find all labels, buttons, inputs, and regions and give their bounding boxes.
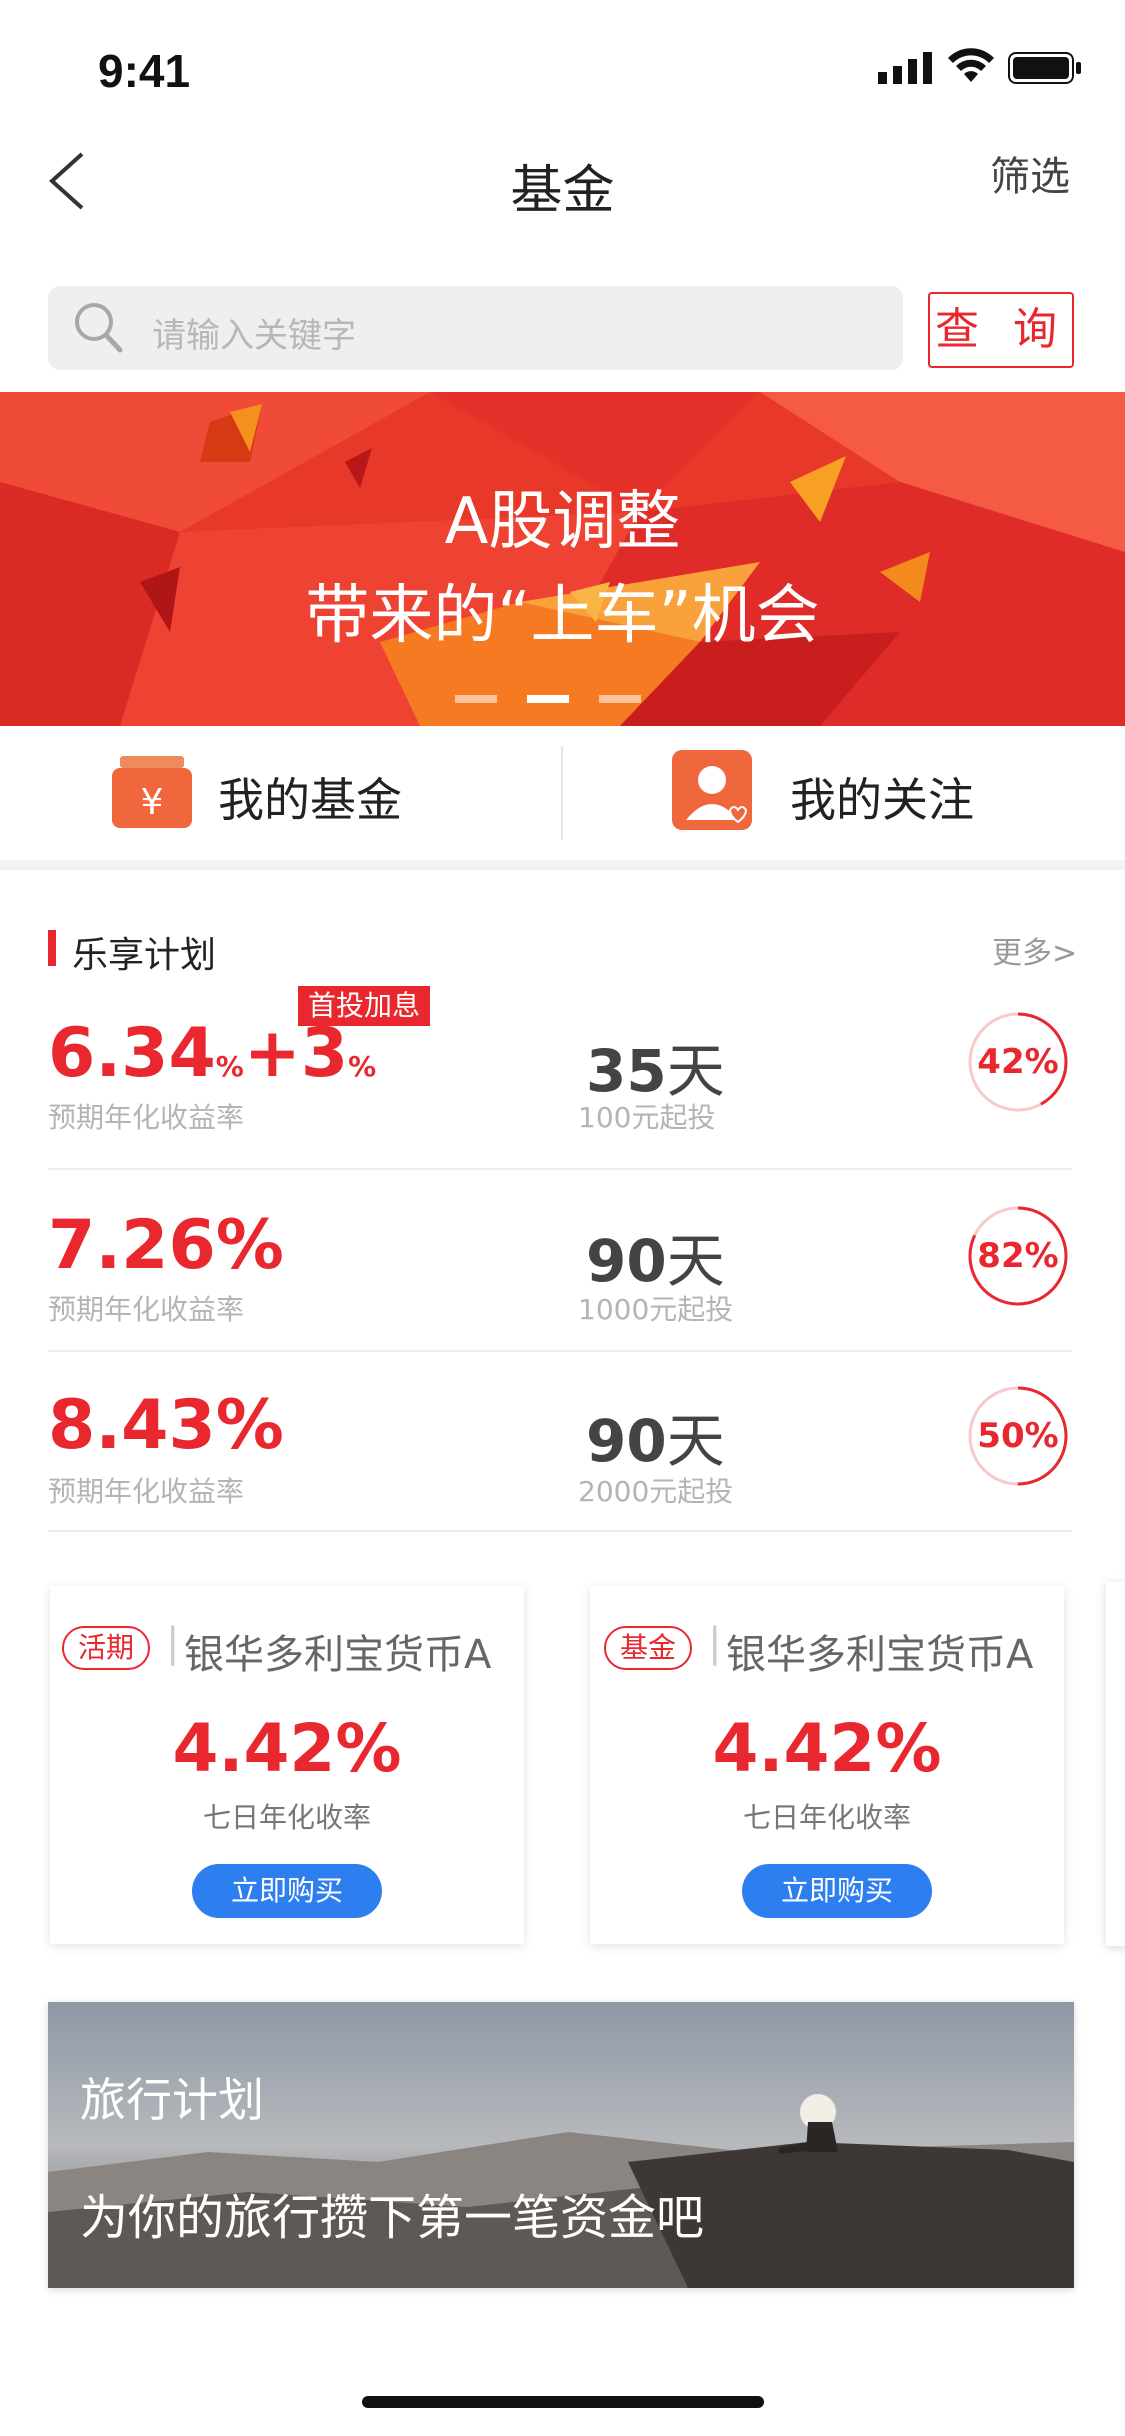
row-divider <box>48 1530 1072 1532</box>
pager-dot <box>455 695 497 703</box>
travel-title: 旅行计划 <box>80 2073 264 2127</box>
wifi-icon <box>948 48 994 88</box>
row-divider <box>48 1350 1072 1352</box>
more-link[interactable]: 更多> <box>992 928 1077 972</box>
buy-button[interactable]: 立即购买 <box>192 1864 382 1918</box>
buy-button[interactable]: 立即购买 <box>742 1864 932 1918</box>
card-tag: 活期 <box>62 1626 151 1670</box>
first-invest-badge: 首投加息 <box>298 986 431 1026</box>
card-rate-label: 七日年化收率 <box>202 1801 371 1834</box>
query-button[interactable]: 查 询 <box>928 292 1074 368</box>
home-indicator <box>362 2396 764 2408</box>
row-divider <box>48 1168 1072 1170</box>
plan-term: 90天 <box>586 1407 725 1475</box>
tag-separator: | <box>166 1620 180 1666</box>
progress-text: 82% <box>977 1236 1059 1276</box>
plan-term: 90天 <box>586 1227 725 1295</box>
divider <box>561 746 563 840</box>
card-rate: 4.42% <box>172 1710 402 1787</box>
fund-card-peek[interactable] <box>1106 1582 1125 1946</box>
search-placeholder: 请输入关键字 <box>152 316 356 356</box>
plan-rate: 7.26% <box>48 1206 284 1285</box>
user-follow-icon[interactable] <box>672 750 752 830</box>
section-title: 乐享计划 <box>72 935 217 976</box>
battery-icon <box>1008 52 1082 88</box>
section-marker <box>48 930 56 966</box>
banner-subheadline: 带来的“上车”机会 <box>305 579 820 653</box>
svg-text:¥: ¥ <box>141 782 164 823</box>
plan-rate-label: 预期年化收益率 <box>48 1293 245 1326</box>
tag-separator: | <box>708 1620 722 1666</box>
travel-subtitle: 为你的旅行攒下第一笔资金吧 <box>80 2190 705 2246</box>
signal-icon <box>878 52 936 88</box>
banner-headline: A股调整 <box>444 485 681 559</box>
banner-pager <box>455 688 671 707</box>
wallet-icon[interactable]: ¥ <box>112 752 192 830</box>
pager-dot <box>599 695 641 703</box>
plan-rate-label: 预期年化收益率 <box>48 1475 245 1508</box>
plan-rate-label: 预期年化收益率 <box>48 1101 245 1134</box>
card-rate-label: 七日年化收率 <box>742 1801 911 1834</box>
card-fund-name: 银华多利宝货币A <box>726 1632 1034 1678</box>
page-title: 基金 <box>510 161 615 221</box>
plan-rate: 8.43% <box>48 1386 284 1465</box>
status-time: 9:41 <box>98 45 191 97</box>
progress-text: 50% <box>977 1416 1059 1456</box>
plan-min-invest: 2000元起投 <box>578 1475 734 1508</box>
search-icon <box>74 302 124 354</box>
my-fund-link[interactable]: 我的基金 <box>218 764 402 830</box>
plan-min-invest: 100元起投 <box>578 1101 716 1134</box>
card-rate: 4.42% <box>712 1710 942 1787</box>
plan-min-invest: 1000元起投 <box>578 1293 734 1326</box>
pager-dot-active <box>527 695 569 703</box>
card-fund-name: 银华多利宝货币A <box>184 1632 492 1678</box>
progress-text: 42% <box>977 1042 1059 1082</box>
my-follow-link[interactable]: 我的关注 <box>790 764 974 830</box>
filter-button[interactable]: 筛选 <box>990 144 1070 202</box>
card-tag: 基金 <box>604 1626 693 1670</box>
